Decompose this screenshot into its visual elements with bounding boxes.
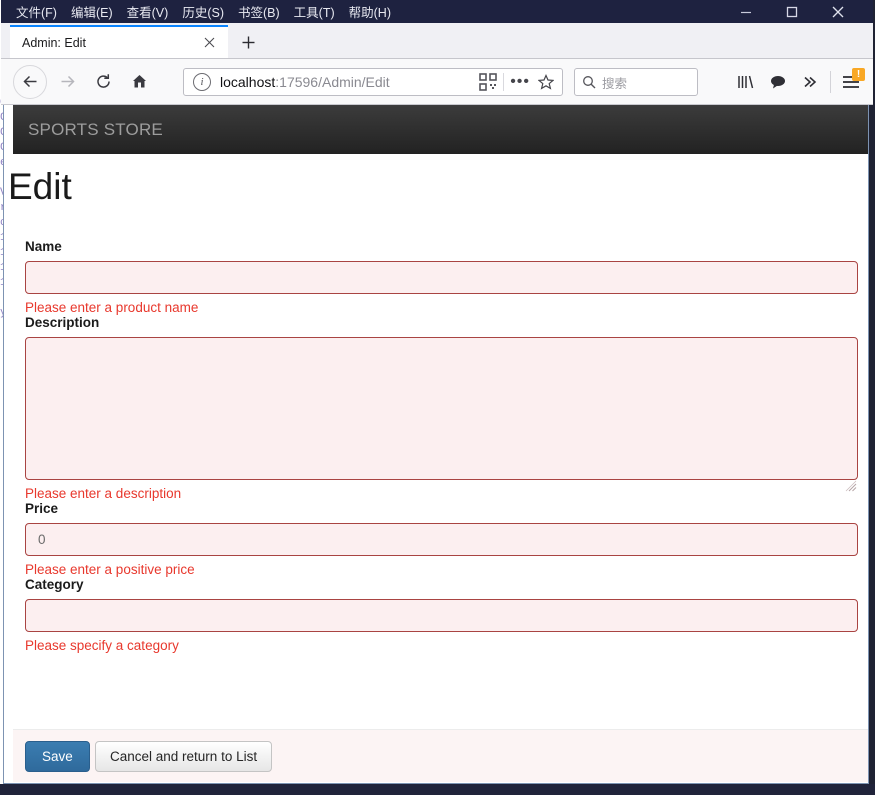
info-icon[interactable]: i bbox=[193, 73, 211, 91]
toolbar-separator bbox=[830, 71, 831, 93]
double-chevron-icon bbox=[804, 76, 817, 88]
qr-code-icon[interactable] bbox=[479, 73, 497, 91]
maximize-button[interactable] bbox=[769, 0, 815, 23]
price-input[interactable] bbox=[25, 523, 858, 556]
menu-bar: 文件(F) 编辑(E) 查看(V) 历史(S) 书签(B) 工具(T) 帮助(H… bbox=[1, 0, 873, 23]
form-footer: Save Cancel and return to List bbox=[13, 729, 868, 782]
url-bar[interactable]: i localhost:17596/Admin/Edit ••• bbox=[183, 68, 563, 96]
new-tab-button[interactable] bbox=[237, 31, 259, 53]
field-description: Description Please enter a description bbox=[4, 315, 868, 501]
url-host: localhost bbox=[220, 74, 276, 90]
desktop-background: CCCCe Vrc1111 y 文件(F) 编辑(E) 查看(V) 历史(S) … bbox=[0, 0, 875, 795]
field-price: Price Please enter a positive price bbox=[4, 501, 868, 577]
overflow-chevron-icon[interactable] bbox=[794, 68, 826, 96]
close-button[interactable] bbox=[815, 0, 861, 23]
menu-file[interactable]: 文件(F) bbox=[9, 0, 64, 23]
browser-window: 文件(F) 编辑(E) 查看(V) 历史(S) 书签(B) 工具(T) 帮助(H… bbox=[1, 0, 873, 784]
back-arrow-icon bbox=[22, 75, 36, 88]
error-price: Please enter a positive price bbox=[25, 562, 195, 577]
field-category: Category Please specify a category bbox=[4, 577, 868, 653]
label-description: Description bbox=[25, 315, 100, 330]
forward-arrow-icon bbox=[61, 75, 75, 88]
menu-history[interactable]: 历史(S) bbox=[175, 0, 231, 23]
close-icon bbox=[204, 37, 214, 48]
site-brand[interactable]: SPORTS STORE bbox=[28, 120, 163, 140]
label-category: Category bbox=[25, 577, 84, 592]
search-input[interactable]: 搜索 bbox=[602, 73, 627, 92]
menu-view[interactable]: 查看(V) bbox=[120, 0, 176, 23]
page-actions-icon[interactable]: ••• bbox=[510, 73, 530, 91]
tab-title: Admin: Edit bbox=[22, 35, 86, 50]
menu-help[interactable]: 帮助(H) bbox=[342, 0, 398, 23]
tab-strip: Admin: Edit bbox=[1, 23, 873, 59]
home-button[interactable] bbox=[123, 66, 155, 98]
description-textarea[interactable] bbox=[25, 337, 858, 480]
search-icon bbox=[582, 75, 596, 89]
page-content: SPORTS STORE Edit Name Please enter a pr… bbox=[4, 105, 868, 782]
window-controls bbox=[723, 0, 861, 23]
page-title: Edit bbox=[8, 166, 72, 207]
chat-icon[interactable] bbox=[762, 68, 794, 96]
magnifier-glyph bbox=[583, 76, 596, 89]
error-category: Please specify a category bbox=[25, 638, 179, 653]
url-separator bbox=[503, 73, 505, 91]
maximize-icon bbox=[786, 6, 798, 17]
error-description: Please enter a description bbox=[25, 486, 182, 501]
field-name: Name Please enter a product name bbox=[4, 239, 868, 315]
site-navbar: SPORTS STORE bbox=[13, 105, 868, 154]
app-menu-button[interactable]: ! bbox=[835, 68, 867, 96]
cancel-button[interactable]: Cancel and return to List bbox=[95, 741, 273, 772]
error-name: Please enter a product name bbox=[25, 300, 199, 315]
library-glyph bbox=[738, 75, 754, 89]
category-input[interactable] bbox=[25, 599, 858, 632]
label-price: Price bbox=[25, 501, 59, 516]
plus-icon bbox=[242, 36, 254, 48]
desktop-bottom-strip bbox=[0, 784, 875, 795]
save-button[interactable]: Save bbox=[25, 741, 90, 772]
name-input[interactable] bbox=[25, 261, 858, 294]
update-badge: ! bbox=[852, 68, 865, 81]
edit-form: Name Please enter a product name Descrip… bbox=[4, 239, 868, 653]
star-glyph bbox=[538, 74, 554, 90]
close-icon bbox=[832, 6, 844, 17]
reload-icon bbox=[96, 74, 110, 88]
label-name: Name bbox=[25, 239, 62, 254]
back-button[interactable] bbox=[13, 64, 47, 99]
menu-bookmarks[interactable]: 书签(B) bbox=[231, 0, 287, 23]
library-icon[interactable] bbox=[730, 68, 762, 96]
search-bar[interactable]: 搜索 bbox=[574, 68, 698, 96]
url-path: :17596/Admin/Edit bbox=[275, 74, 390, 90]
forward-button[interactable] bbox=[51, 66, 83, 98]
menu-tools[interactable]: 工具(T) bbox=[287, 0, 342, 23]
bookmark-star-icon[interactable] bbox=[538, 74, 554, 90]
tab-admin-edit[interactable]: Admin: Edit bbox=[10, 25, 228, 58]
minimize-icon bbox=[741, 11, 751, 13]
url-text: localhost:17596/Admin/Edit bbox=[220, 74, 479, 90]
qr-glyph bbox=[479, 73, 497, 91]
toolbar-right-icons: ! bbox=[730, 68, 867, 96]
menu-edit[interactable]: 编辑(E) bbox=[64, 0, 120, 23]
home-icon bbox=[132, 75, 146, 88]
reload-button[interactable] bbox=[87, 66, 119, 98]
tab-close-icon[interactable] bbox=[200, 34, 218, 52]
chat-bubble-glyph bbox=[771, 76, 785, 89]
minimize-button[interactable] bbox=[723, 0, 769, 23]
